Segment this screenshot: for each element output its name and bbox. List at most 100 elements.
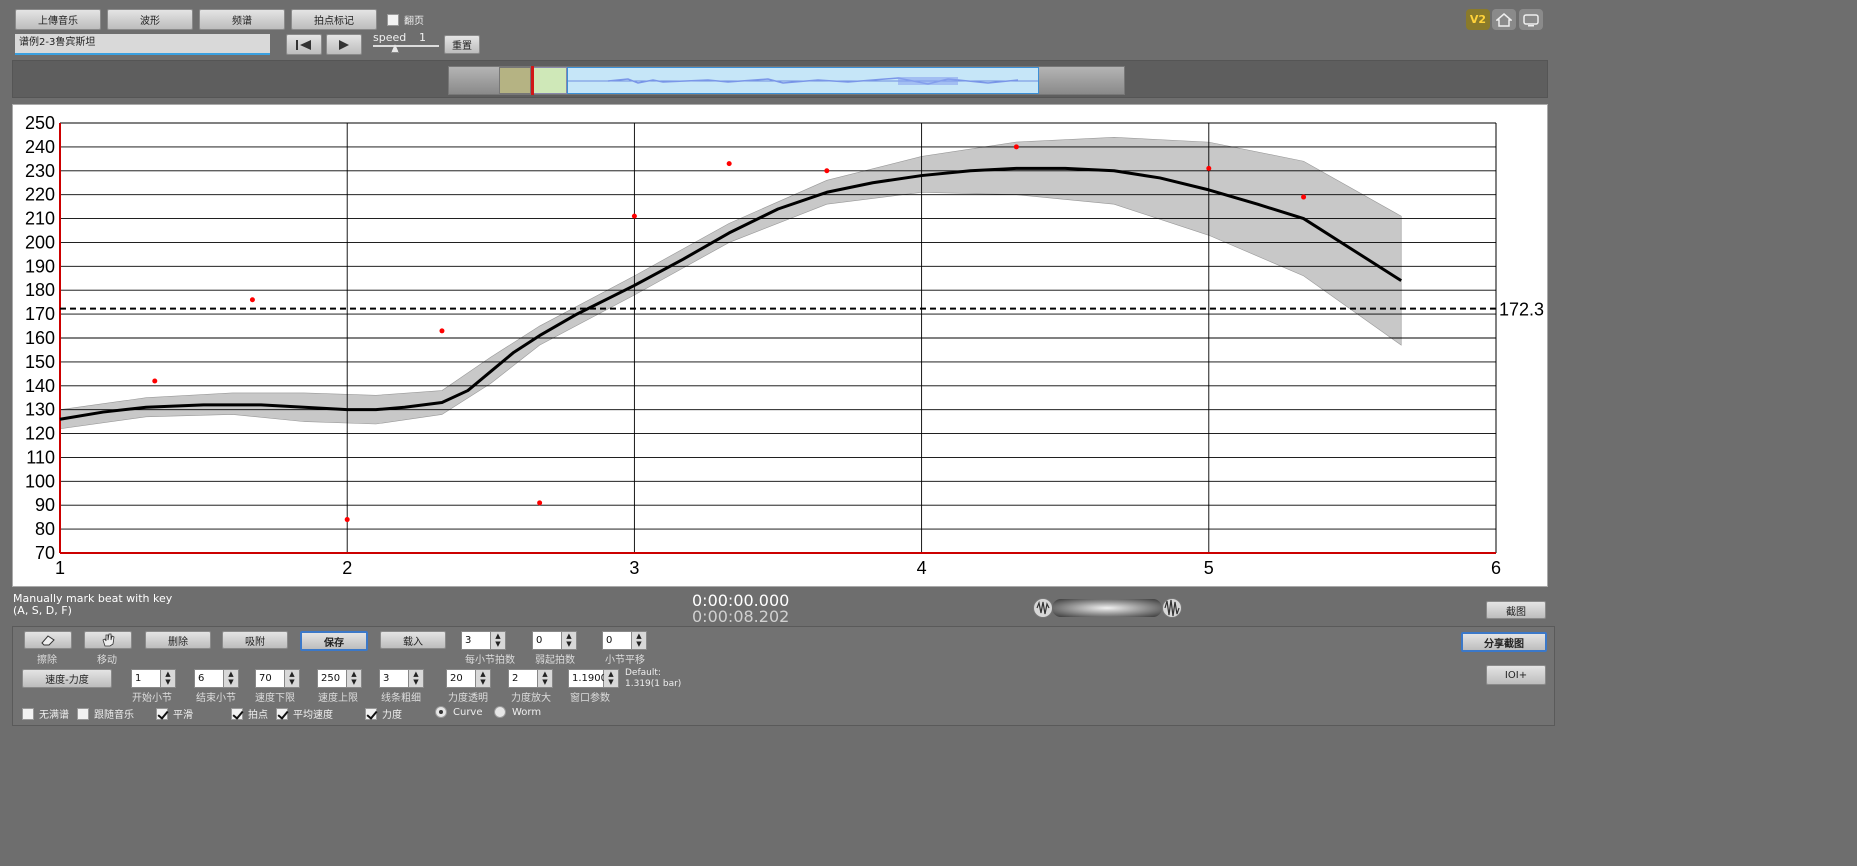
delete-button[interactable]: 删除 bbox=[145, 631, 211, 649]
checkbox-box[interactable] bbox=[231, 707, 243, 720]
snap-button[interactable]: 吸附 bbox=[222, 631, 288, 649]
bar-offset-stepper[interactable]: 0 ▲ ▼ bbox=[602, 631, 647, 650]
waveform-button[interactable]: 波形 bbox=[107, 9, 193, 30]
y-tick-label: 120 bbox=[25, 424, 55, 444]
end-bar-value[interactable]: 6 bbox=[194, 669, 224, 688]
rewind-button[interactable] bbox=[286, 34, 322, 55]
spectrum-button[interactable]: 频谱 bbox=[199, 9, 285, 30]
radio-dot[interactable] bbox=[494, 706, 506, 718]
start-bar-stepper[interactable]: 1 ▲ ▼ bbox=[131, 669, 176, 688]
speed-slider-track[interactable] bbox=[373, 45, 439, 47]
y-tick-label: 80 bbox=[35, 519, 55, 539]
stepper-arrows[interactable]: ▲ ▼ bbox=[409, 669, 424, 688]
checkbox-box[interactable] bbox=[387, 13, 399, 26]
loop-start-handle[interactable] bbox=[499, 67, 531, 94]
radio-dot[interactable] bbox=[435, 706, 447, 718]
beat-hint-line2: (A, S, D, F) bbox=[13, 604, 72, 617]
move-label: 移动 bbox=[97, 655, 117, 666]
dyn-transparency-value[interactable]: 20 bbox=[446, 669, 476, 688]
line-width-stepper[interactable]: 3 ▲ ▼ bbox=[379, 669, 424, 688]
x-tick-label: 3 bbox=[629, 558, 639, 578]
load-button[interactable]: 载入 bbox=[380, 631, 446, 649]
move-button[interactable] bbox=[84, 631, 132, 649]
follow-music-label: 跟随音乐 bbox=[94, 710, 134, 721]
save-button[interactable]: 保存 bbox=[300, 631, 368, 651]
stepper-arrows[interactable]: ▲ ▼ bbox=[491, 631, 506, 650]
curve-radio-label: Curve bbox=[453, 706, 483, 718]
beat-points-checkbox[interactable]: 拍点 bbox=[231, 706, 268, 721]
playhead-marker[interactable] bbox=[531, 66, 534, 95]
screen-icon[interactable] bbox=[1519, 9, 1543, 30]
tempo-max-value[interactable]: 250 bbox=[317, 669, 347, 688]
worm-radio[interactable]: Worm bbox=[494, 706, 541, 718]
stepper-arrows[interactable]: ▲ ▼ bbox=[538, 669, 553, 688]
tempo-min-stepper[interactable]: 70 ▲ ▼ bbox=[255, 669, 300, 688]
bar-offset-value[interactable]: 0 bbox=[602, 631, 632, 650]
y-tick-label: 200 bbox=[25, 232, 55, 252]
play-button[interactable] bbox=[326, 34, 362, 55]
stepper-arrows[interactable]: ▲ ▼ bbox=[224, 669, 239, 688]
total-time: 0:00:08.202 bbox=[692, 607, 790, 626]
pickup-beats-value[interactable]: 0 bbox=[532, 631, 562, 650]
stepper-arrows[interactable]: ▲ ▼ bbox=[604, 669, 619, 688]
dynamics-checkbox[interactable]: 力度 bbox=[365, 706, 402, 721]
checkbox-box[interactable] bbox=[276, 707, 288, 720]
dyn-transparency-stepper[interactable]: 20 ▲ ▼ bbox=[446, 669, 491, 688]
tempo-min-value[interactable]: 70 bbox=[255, 669, 285, 688]
volume-control[interactable] bbox=[1033, 598, 1183, 618]
waveform-visible-range[interactable] bbox=[567, 67, 1039, 94]
volume-slider[interactable] bbox=[1052, 599, 1162, 617]
y-tick-label: 210 bbox=[25, 209, 55, 229]
screenshot-button[interactable]: 截图 bbox=[1486, 601, 1546, 619]
stepper-arrows[interactable]: ▲ ▼ bbox=[285, 669, 300, 688]
average-tempo-label: 172.3 bbox=[1499, 300, 1544, 320]
home-icon[interactable] bbox=[1492, 9, 1516, 30]
stepper-arrows[interactable]: ▲ ▼ bbox=[347, 669, 362, 688]
stepper-arrows[interactable]: ▲ ▼ bbox=[632, 631, 647, 650]
no-beat-checkbox[interactable]: 无满谱 bbox=[22, 706, 69, 721]
y-tick-label: 100 bbox=[25, 471, 55, 491]
v2-logo-icon[interactable]: V2 bbox=[1466, 9, 1490, 30]
waveform-large-icon[interactable] bbox=[1162, 598, 1182, 618]
dyn-zoom-stepper[interactable]: 2 ▲ ▼ bbox=[508, 669, 553, 688]
checkbox-box[interactable] bbox=[22, 707, 34, 720]
ioi-plus-button[interactable]: IOI+ bbox=[1486, 665, 1546, 685]
upload-music-button[interactable]: 上傳音乐 bbox=[15, 9, 101, 30]
line-width-value[interactable]: 3 bbox=[379, 669, 409, 688]
loop-end-handle[interactable] bbox=[533, 67, 567, 94]
checkbox-box[interactable] bbox=[77, 707, 89, 720]
stepper-arrows[interactable]: ▲ ▼ bbox=[161, 669, 176, 688]
file-name-field[interactable]: 谱例2-3鲁宾斯坦 bbox=[15, 34, 270, 55]
window-param-stepper[interactable]: 1.1900 ▲ ▼ bbox=[568, 669, 619, 688]
waveform-small-icon[interactable] bbox=[1033, 598, 1053, 618]
tempo-chart[interactable]: 70 80 90 100 110 120 130 140 150 160 170 180 190 200 2… bbox=[13, 105, 1549, 588]
tempo-min-label: 速度下限 bbox=[255, 693, 295, 704]
beats-per-bar-value[interactable]: 3 bbox=[461, 631, 491, 650]
share-screenshot-button[interactable]: 分享截图 bbox=[1461, 632, 1547, 652]
avg-tempo-checkbox[interactable]: 平均速度 bbox=[276, 706, 333, 721]
beats-per-bar-stepper[interactable]: 3 ▲ ▼ bbox=[461, 631, 506, 650]
curve-radio[interactable]: Curve bbox=[435, 706, 483, 718]
stepper-arrows[interactable]: ▲ ▼ bbox=[476, 669, 491, 688]
start-bar-value[interactable]: 1 bbox=[131, 669, 161, 688]
end-bar-stepper[interactable]: 6 ▲ ▼ bbox=[194, 669, 239, 688]
reset-button[interactable]: 重置 bbox=[444, 35, 480, 54]
beat-mark-button[interactable]: 拍点标记 bbox=[291, 9, 377, 30]
flip-page-checkbox[interactable]: 翻页 bbox=[387, 12, 424, 27]
follow-music-checkbox[interactable]: 跟随音乐 bbox=[77, 706, 134, 721]
stepper-arrows[interactable]: ▲ ▼ bbox=[562, 631, 577, 650]
dyn-zoom-value[interactable]: 2 bbox=[508, 669, 538, 688]
eraser-icon bbox=[41, 635, 55, 646]
checkbox-box[interactable] bbox=[365, 707, 377, 720]
window-param-value[interactable]: 1.1900 bbox=[568, 669, 607, 688]
checkbox-box[interactable] bbox=[156, 707, 168, 720]
erase-button[interactable] bbox=[24, 631, 72, 649]
tempo-max-stepper[interactable]: 250 ▲ ▼ bbox=[317, 669, 362, 688]
flip-page-label: 翻页 bbox=[404, 16, 424, 27]
pickup-beats-stepper[interactable]: 0 ▲ ▼ bbox=[532, 631, 577, 650]
waveform-overview[interactable] bbox=[448, 66, 1125, 95]
smooth-checkbox[interactable]: 平滑 bbox=[156, 706, 193, 721]
end-bar-label: 结束小节 bbox=[196, 693, 236, 704]
window-param-label: 窗口参数 bbox=[570, 693, 610, 704]
tempo-dynamics-button[interactable]: 速度-力度 bbox=[22, 669, 112, 688]
